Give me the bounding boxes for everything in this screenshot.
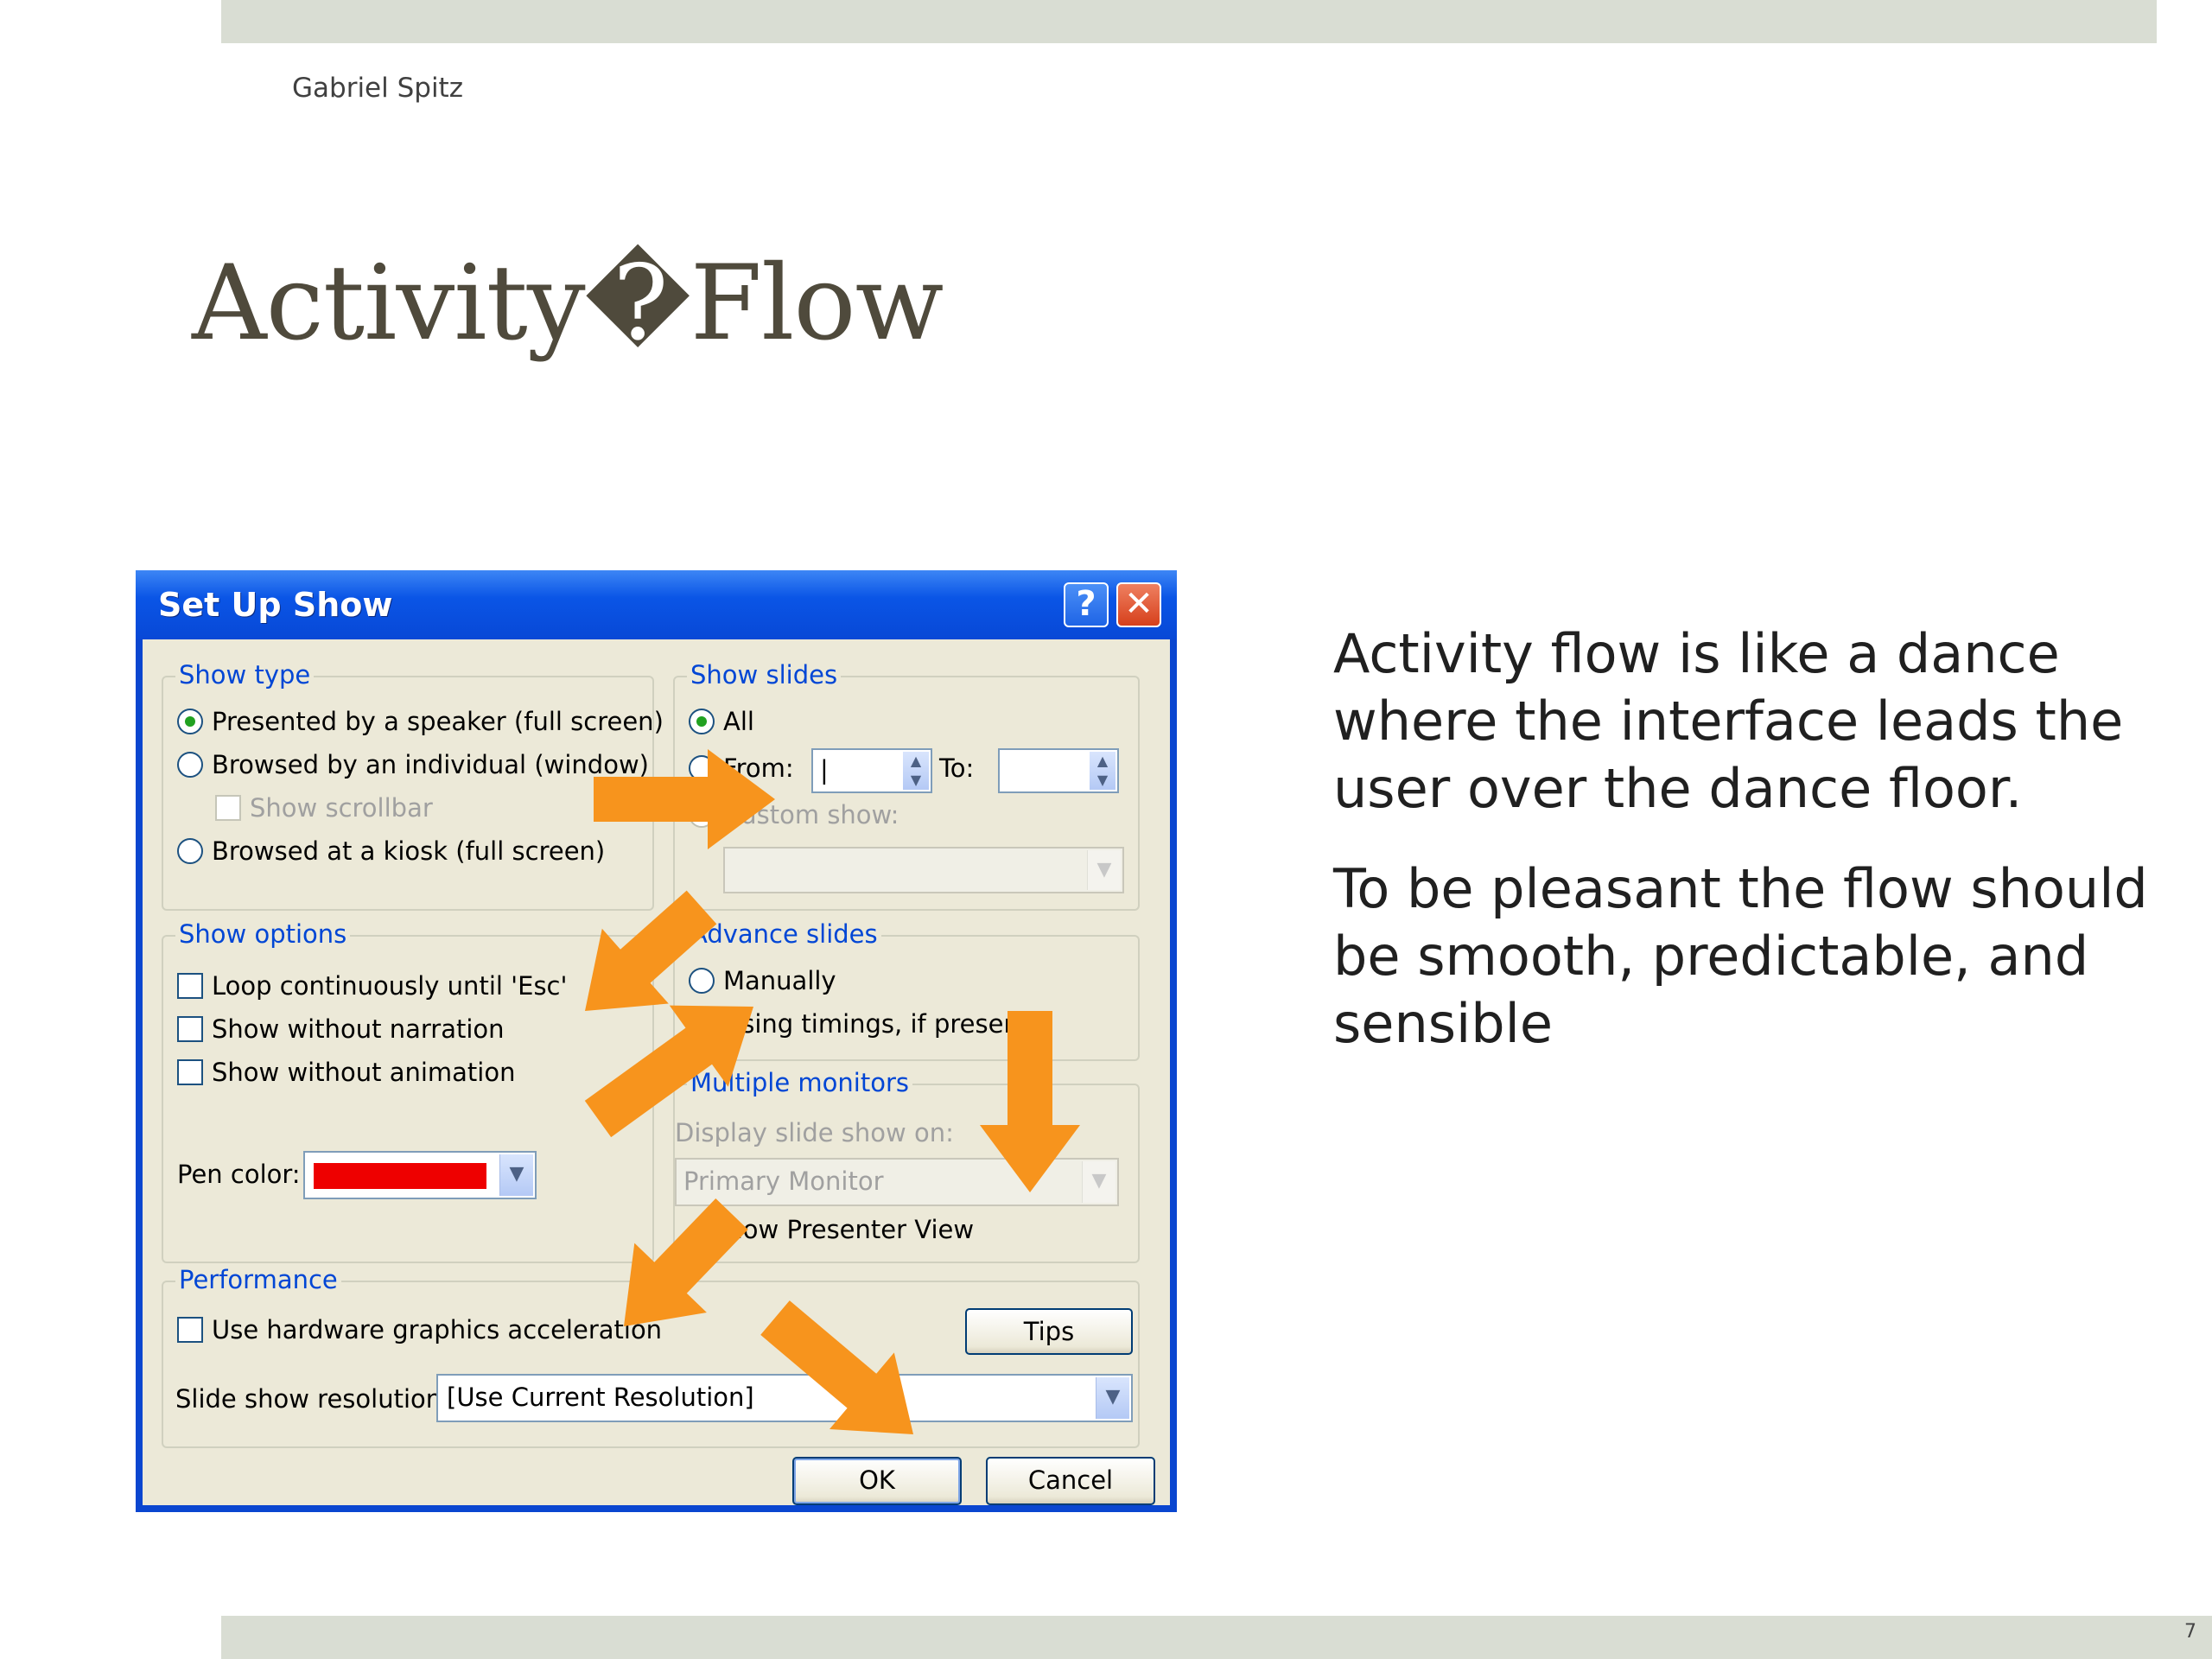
setup-show-dialog: Set Up Show ? ✕ Show type Presented by a… [136,570,1177,1512]
flow-arrow-2 [585,890,717,1011]
flow-arrows-overlay [584,749,1080,1434]
flow-arrow-6 [760,1300,913,1434]
slide-title: Activity�Flow [192,244,944,364]
flow-arrow-4 [980,1011,1080,1192]
flow-arrow-1 [594,749,775,849]
body-paragraph-1: Activity flow is like a dance where the … [1333,622,2124,820]
author-name: Gabriel Spitz [292,73,463,104]
slide-body: Activity flow is like a dance where the … [1333,620,2163,1090]
top-band [221,0,2157,43]
page-number: 7 [2184,1621,2196,1643]
flow-arrow-3 [584,1005,753,1138]
flow-arrow-5 [624,1198,748,1326]
body-paragraph-2: To be pleasant the flow should be smooth… [1333,857,2148,1055]
bottom-band [221,1616,2212,1659]
